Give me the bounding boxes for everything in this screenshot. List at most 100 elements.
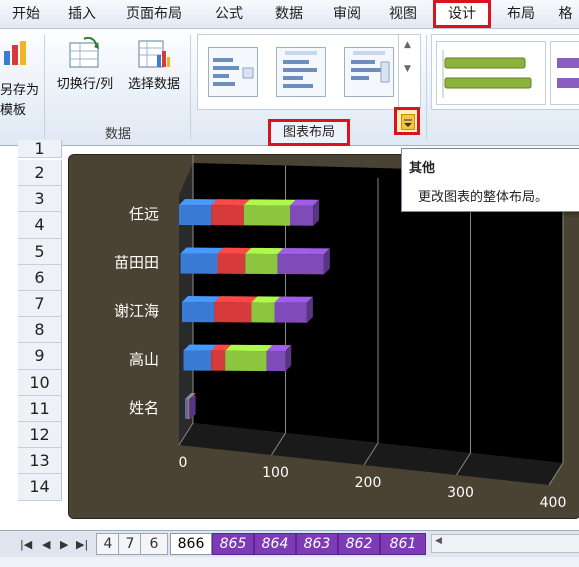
row-header[interactable]: 1	[18, 140, 62, 158]
ribbon-tab[interactable]: 插入	[56, 0, 108, 28]
row-header[interactable]: 10	[18, 369, 62, 396]
bar-segment	[266, 350, 286, 372]
save-as-template-button[interactable]: 另存为 模板	[0, 35, 40, 123]
row-header[interactable]: 11	[18, 395, 62, 422]
chart-layout-icon	[283, 51, 317, 88]
chart-layout-thumb-1[interactable]	[208, 47, 258, 97]
chart-layout-thumb-2[interactable]	[276, 47, 326, 97]
select-data-button[interactable]: 选择数据	[121, 35, 187, 105]
bar-segment	[274, 302, 307, 323]
sheet-tab[interactable]: 864	[254, 533, 296, 555]
sheet-tab[interactable]: 862	[338, 533, 380, 555]
scroll-left-icon[interactable]: ◀	[435, 536, 442, 546]
chart-styles-gallery	[431, 34, 579, 110]
row-header[interactable]: 13	[18, 448, 62, 475]
bar-segment-top	[243, 199, 296, 206]
ribbon-tab[interactable]: 格	[552, 0, 579, 28]
sheet-tabs-bar: |◀ ◀ ▶ ▶| 4 7 6 866 865 864 863 862 861 ◀	[0, 530, 579, 567]
bar-segment-top	[225, 344, 273, 352]
gallery-scroll-down-icon[interactable]: ▼	[404, 64, 411, 74]
category-label: 任远	[129, 205, 159, 223]
sheet-tab[interactable]: 6	[140, 533, 168, 555]
prev-sheet-icon[interactable]: ◀	[42, 538, 50, 551]
bar-segment	[251, 302, 275, 323]
row-header[interactable]: 9	[18, 343, 62, 370]
bar-segment	[214, 302, 252, 323]
row-header[interactable]: 12	[18, 422, 62, 449]
sheet-tab[interactable]: 865	[212, 533, 254, 555]
ribbon-tab[interactable]: 审阅	[318, 0, 376, 28]
bar-segment	[211, 350, 226, 371]
separator	[426, 35, 427, 139]
bar-segment-top	[211, 199, 250, 206]
data-group-label: 数据	[104, 127, 131, 142]
bar-segment	[182, 302, 215, 323]
gallery-scroll-up-icon[interactable]: ▲	[404, 40, 411, 50]
chart-layouts-gallery	[197, 34, 421, 110]
select-data-icon	[138, 40, 170, 68]
x-tick-label: 0	[179, 455, 188, 471]
ribbon-tab[interactable]: 布局	[496, 0, 546, 28]
category-label: 谢江海	[114, 302, 159, 320]
ribbon-tab[interactable]: 视图	[374, 0, 432, 28]
bar-segment	[188, 399, 190, 420]
x-tick-label: 200	[355, 475, 382, 491]
last-sheet-icon[interactable]: ▶|	[76, 538, 88, 551]
row-header[interactable]: 8	[18, 317, 62, 344]
switch-row-column-button[interactable]: 切换行/列	[50, 35, 120, 105]
bar-segment	[187, 399, 189, 420]
chart-style-icon	[557, 58, 579, 88]
tooltip-title: 其他	[409, 161, 436, 176]
horizontal-scrollbar[interactable]: ◀	[431, 534, 579, 553]
chart-layout-icon	[351, 51, 390, 83]
bar-segment-top	[277, 247, 330, 255]
row-header[interactable]: 3	[18, 186, 62, 213]
save-as-template-label-2: 模板	[0, 103, 27, 118]
separator	[190, 35, 191, 139]
ribbon-tab[interactable]: 数据	[260, 0, 318, 28]
ribbon-tab-bar: 开始 插入 页面布局 公式 数据 审阅 视图 设计 布局格	[0, 0, 579, 29]
ribbon-tab[interactable]: 公式	[200, 0, 258, 28]
ribbon-tab[interactable]: 页面布局	[112, 0, 196, 28]
sheet-tab[interactable]: 861	[380, 533, 426, 555]
chart-style-icon	[442, 50, 532, 98]
row-header[interactable]: 6	[18, 264, 62, 291]
chart-template-icon	[4, 41, 26, 65]
bar-segment-top	[179, 199, 218, 206]
sheet-tab[interactable]: 4	[96, 533, 120, 555]
row-header[interactable]: 7	[18, 291, 62, 318]
tooltip-description: 更改图表的整体布局。	[418, 190, 549, 205]
bar-segment	[183, 350, 212, 371]
select-data-label: 选择数据	[127, 77, 180, 92]
sheet-tab[interactable]: 866	[170, 533, 212, 555]
sheet-tab[interactable]: 7	[118, 533, 142, 555]
row-header[interactable]: 2	[18, 160, 62, 187]
chart-style-thumb-2[interactable]	[550, 41, 579, 105]
category-label: 苗田田	[114, 254, 159, 272]
bar-segment-top	[180, 247, 224, 254]
bar-segment	[211, 205, 244, 226]
sheet-tab[interactable]: 863	[296, 533, 338, 555]
chart-layouts-group-label: 图表布局	[268, 119, 350, 146]
gallery-more-button[interactable]	[394, 107, 420, 135]
ribbon-tab[interactable]: 开始	[0, 0, 52, 28]
row-header[interactable]: 5	[18, 238, 62, 265]
bar-segment	[185, 399, 187, 420]
row-header[interactable]: 4	[18, 212, 62, 239]
x-tick-label: 100	[262, 465, 289, 481]
bar-segment-top	[274, 296, 313, 303]
chart-layout-thumb-3[interactable]	[344, 47, 394, 97]
row-header[interactable]: 14	[18, 474, 62, 501]
x-tick-label: 300	[447, 485, 474, 501]
bar-segment	[217, 253, 246, 274]
save-as-template-label-1: 另存为	[0, 83, 40, 98]
more-layouts-tooltip: 其他 更改图表的整体布局。	[401, 148, 579, 212]
bar-segment	[186, 399, 188, 420]
chart-style-thumb-1[interactable]	[436, 41, 546, 105]
bar-segment-top	[182, 296, 221, 303]
ribbon-tab[interactable]: 设计	[433, 0, 491, 28]
bar-segment	[180, 253, 218, 274]
next-sheet-icon[interactable]: ▶	[60, 538, 68, 551]
gallery-scroll: ▲ ▼	[398, 34, 419, 108]
first-sheet-icon[interactable]: |◀	[20, 538, 32, 551]
